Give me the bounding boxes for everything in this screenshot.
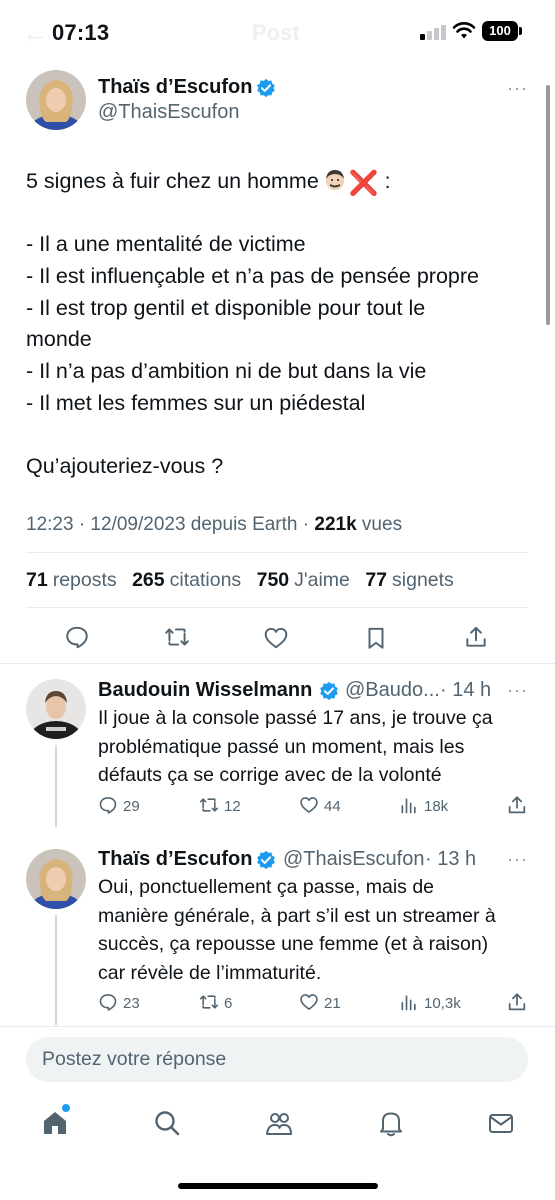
verified-badge-icon [257, 78, 275, 98]
more-options-icon[interactable]: ··· [507, 680, 528, 701]
scrollbar[interactable] [546, 85, 550, 325]
share-icon[interactable] [506, 991, 528, 1013]
messages-icon[interactable] [486, 1108, 516, 1138]
notifications-icon[interactable] [376, 1108, 406, 1138]
reply-line: Il joue à la console passé 17 ans, je tr… [98, 707, 493, 729]
like-icon[interactable] [263, 625, 289, 651]
timestamp[interactable]: 12:23 · 12/09/2023 depuis Earth · [26, 514, 314, 535]
author-name[interactable]: Thaïs d’Escufon [98, 76, 252, 99]
divider [0, 663, 555, 664]
views-button[interactable]: 10,3k [399, 992, 461, 1014]
cellular-signal-icon [420, 24, 446, 40]
repost-button[interactable]: 6 [199, 992, 232, 1014]
reply-text: Oui, ponctuellement ça passe, mais de ma… [98, 873, 538, 987]
views-count: 221k [314, 514, 357, 535]
reply-icon [99, 797, 117, 814]
reply-line: Oui, ponctuellement ça passe, mais de [98, 876, 435, 898]
tweet-line-8: - Il met les femmes sur un piédestal [26, 390, 366, 415]
repost-icon [199, 995, 219, 1009]
avatar[interactable] [26, 849, 86, 909]
reply-author-name[interactable]: Baudouin Wisselmann [98, 679, 312, 702]
notification-dot [62, 1104, 70, 1112]
home-icon[interactable] [40, 1108, 70, 1138]
reply-line: car révèle de l’immaturité. [98, 961, 322, 984]
thread-line [55, 915, 57, 1025]
tweet-line-1: 5 signes à fuir chez un homme ❌ : [26, 166, 531, 198]
back-arrow-icon[interactable]: ← [22, 18, 48, 49]
tweet-line-5: - Il est trop gentil et disponible pour … [26, 295, 426, 320]
divider [0, 1026, 555, 1027]
tweet-text: 5 signes à fuir chez un homme ❌ : - Il a … [26, 166, 531, 483]
tweet-line-3: - Il a une mentalité de victime [26, 232, 306, 257]
views-button[interactable]: 18k [399, 795, 448, 817]
status-time: 07:13 [52, 20, 110, 45]
reply-author-name[interactable]: Thaïs d’Escufon [98, 848, 252, 871]
thread-line [55, 745, 57, 827]
tweet-meta: 12:23 · 12/09/2023 depuis Earth · 221k v… [26, 514, 402, 536]
tweet-line-9 [26, 420, 531, 452]
divider [26, 552, 528, 553]
share-icon[interactable] [506, 794, 528, 816]
likes-stat[interactable]: 750 J'aime [257, 569, 350, 591]
reply-author-handle[interactable]: @ThaisEscufon [283, 848, 424, 871]
repost-button[interactable]: 12 [199, 795, 241, 817]
tweet-line-10: Qu’ajouteriez-vous ? [26, 454, 224, 479]
like-icon [300, 994, 318, 1010]
views-icon [401, 995, 416, 1011]
status-bar: ← Post 07:13 100 [0, 0, 555, 62]
reply-button[interactable]: 23 [98, 992, 140, 1014]
reply-icon [99, 994, 117, 1011]
page-title: Post [252, 20, 300, 45]
reply-time[interactable]: · 14 h [440, 679, 491, 702]
author-handle[interactable]: @ThaisEscufon [98, 101, 239, 124]
repost-icon[interactable] [164, 624, 190, 650]
reply-input-placeholder: Postez votre réponse [42, 1048, 227, 1070]
share-icon[interactable] [463, 624, 489, 650]
more-options-icon[interactable]: ··· [507, 849, 528, 870]
reply-line: manière générale, à part s’il est un str… [98, 904, 496, 927]
like-button[interactable]: 21 [299, 992, 341, 1014]
bookmark-icon[interactable] [363, 625, 389, 651]
engagement-stats: 71 reposts 265 citations 750 J'aime 77 signe… [26, 569, 464, 592]
avatar[interactable] [26, 679, 86, 739]
reply-input[interactable]: Postez votre réponse [26, 1037, 528, 1082]
reply-button[interactable]: 29 [98, 795, 140, 817]
tweet-line-4: - Il est influençable et n’a pas de pens… [26, 264, 479, 289]
search-icon[interactable] [152, 1108, 182, 1138]
reposts-stat[interactable]: 71 reposts [26, 569, 117, 591]
tweet-line-7: - Il n’a pas d’ambition ni de but dans l… [26, 359, 427, 384]
red-x-icon: ❌ [348, 170, 379, 197]
divider [26, 607, 528, 608]
reply-line: succès, ça repousse une femme (et à rais… [98, 933, 489, 955]
verified-badge-icon [257, 850, 275, 870]
wifi-icon [452, 22, 476, 39]
more-options-icon[interactable]: ··· [507, 78, 528, 99]
repost-icon [199, 798, 219, 812]
bookmarks-stat[interactable]: 77 signets [365, 569, 454, 591]
verified-badge-icon [320, 681, 338, 701]
tweet-line-2 [26, 198, 531, 230]
tweet-line-6: monde [26, 327, 92, 352]
man-emoji-icon [325, 170, 344, 190]
like-button[interactable]: 44 [299, 795, 341, 817]
reply-line: problématique passé un moment, mais les [98, 735, 465, 758]
views-icon [401, 798, 416, 814]
citations-stat[interactable]: 265 citations [132, 569, 241, 591]
reply-text: Il joue à la console passé 17 ans, je tr… [98, 704, 538, 790]
home-indicator[interactable] [178, 1183, 378, 1189]
reply-line: défauts ça se corrige avec de la volonté [98, 764, 442, 786]
like-icon [300, 797, 318, 813]
battery-cap [519, 27, 522, 35]
battery-indicator: 100 [482, 21, 518, 41]
avatar[interactable] [26, 70, 86, 130]
views-label: vues [356, 514, 403, 535]
reply-icon[interactable] [64, 624, 90, 650]
reply-time[interactable]: · 13 h [425, 848, 476, 871]
reply-author-handle[interactable]: @Baudo... [345, 679, 440, 702]
communities-icon[interactable] [264, 1108, 294, 1138]
